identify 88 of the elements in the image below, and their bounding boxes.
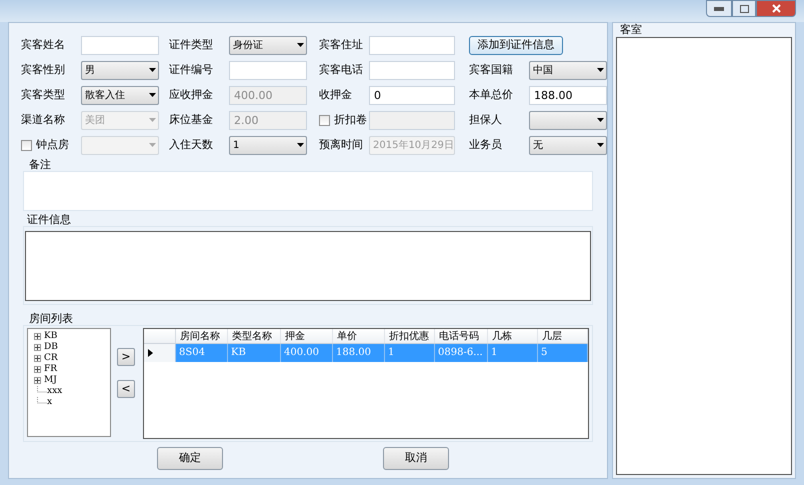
caret-icon: [297, 43, 304, 47]
caret-icon: [149, 93, 156, 97]
field-label: 宾客类型: [21, 86, 65, 103]
move-button[interactable]: >: [117, 348, 135, 366]
field-label: 预离时间: [319, 136, 363, 153]
column-header[interactable]: 几层: [538, 329, 588, 343]
caret-icon: [149, 68, 156, 72]
text-field[interactable]: [81, 36, 159, 54]
tree-item[interactable]: CR: [44, 353, 58, 364]
field-label: 本单总价: [469, 86, 513, 103]
column-header[interactable]: 折扣优惠: [385, 329, 435, 343]
field-label: 业务员: [469, 136, 502, 153]
tree-item[interactable]: FR: [44, 364, 58, 375]
dropdown[interactable]: [529, 110, 607, 130]
group-title: 证件信息: [27, 214, 71, 226]
maximize-icon: [740, 4, 748, 12]
text-field[interactable]: 188.00: [529, 86, 607, 104]
field-label: 证件类型: [169, 36, 213, 53]
room-tree[interactable]: KB DB CR FR MJ xxx x: [27, 328, 111, 437]
field-label: 入住天数: [169, 136, 213, 153]
table-cell: 1: [488, 344, 538, 362]
caret-icon: [597, 68, 604, 72]
field-label: 宾客国籍: [469, 62, 513, 78]
dropdown[interactable]: 中国: [529, 60, 607, 80]
tree-item[interactable]: KB: [44, 331, 58, 342]
column-header[interactable]: 类型名称: [228, 329, 281, 343]
add-to-id-info-button[interactable]: 添加到证件信息: [469, 36, 563, 54]
column-header[interactable]: 电话号码: [435, 329, 488, 343]
field-label: 证件编号: [169, 62, 213, 78]
field-label: 床位基金: [169, 112, 213, 128]
dropdown[interactable]: 散客入住: [81, 86, 159, 104]
id-info-field[interactable]: [25, 231, 591, 301]
field-label: 渠道名称: [21, 112, 65, 128]
tree-item[interactable]: DB: [44, 342, 58, 353]
table-cell: 0898-6...: [435, 344, 488, 362]
field-label: 宾客性别: [21, 62, 65, 78]
column-header[interactable]: 单价: [333, 329, 385, 343]
expand-icon[interactable]: [34, 333, 41, 340]
maximize-button[interactable]: [732, 0, 756, 17]
tree-item[interactable]: x: [47, 397, 52, 408]
row-pointer-icon: [148, 349, 153, 357]
column-header[interactable]: 几栋: [488, 329, 538, 343]
confirm-button[interactable]: 确定: [157, 447, 223, 470]
field-label: 折扣卷: [334, 112, 367, 128]
dropdown[interactable]: 1: [229, 136, 307, 154]
caret-icon: [597, 143, 604, 147]
table-cell: 188.00: [333, 344, 385, 362]
cancel-button[interactable]: 取消: [383, 447, 449, 470]
expand-icon[interactable]: [34, 355, 41, 362]
table-cell: 8S04: [176, 344, 228, 362]
group-title: 备注: [29, 159, 51, 171]
close-button[interactable]: [756, 0, 796, 17]
dropdown[interactable]: 男: [81, 60, 159, 80]
field-label: 收押金: [319, 86, 352, 103]
field-label: 应收押金: [169, 86, 213, 103]
dropdown[interactable]: 身份证: [229, 36, 307, 54]
table-cell: 5: [538, 344, 588, 362]
caret-icon: [149, 143, 156, 147]
caret-icon: [597, 118, 604, 122]
remarks-field[interactable]: [23, 171, 593, 211]
expand-icon[interactable]: [34, 366, 41, 373]
caret-icon: [149, 118, 156, 122]
move-button[interactable]: <: [117, 380, 135, 398]
group-title: 客室: [620, 23, 642, 37]
field-label: 担保人: [469, 112, 502, 128]
dropdown[interactable]: 无: [529, 136, 607, 154]
table-cell: 400.00: [281, 344, 333, 362]
minimize-icon: [714, 6, 724, 10]
close-icon: [772, 4, 780, 13]
field-label: 钟点房: [36, 136, 69, 153]
group-title: 房间列表: [29, 313, 73, 325]
tree-item[interactable]: MJ: [44, 375, 57, 386]
field-label: 宾客住址: [319, 36, 363, 53]
column-header[interactable]: 房间名称: [176, 329, 228, 343]
table-cell: KB: [228, 344, 281, 362]
text-field[interactable]: 0: [369, 86, 455, 104]
field-label: 宾客电话: [319, 62, 363, 78]
expand-icon[interactable]: [34, 344, 41, 351]
field-label: 宾客姓名: [21, 36, 65, 53]
expand-icon[interactable]: [34, 377, 41, 384]
text-field[interactable]: [369, 60, 455, 80]
table-cell: 1: [385, 344, 435, 362]
text-field[interactable]: [369, 36, 455, 54]
tree-item[interactable]: xxx: [47, 386, 62, 397]
column-header[interactable]: 押金: [281, 329, 333, 343]
minimize-button[interactable]: [706, 0, 732, 17]
text-field[interactable]: [229, 60, 307, 80]
caret-icon: [297, 143, 304, 147]
